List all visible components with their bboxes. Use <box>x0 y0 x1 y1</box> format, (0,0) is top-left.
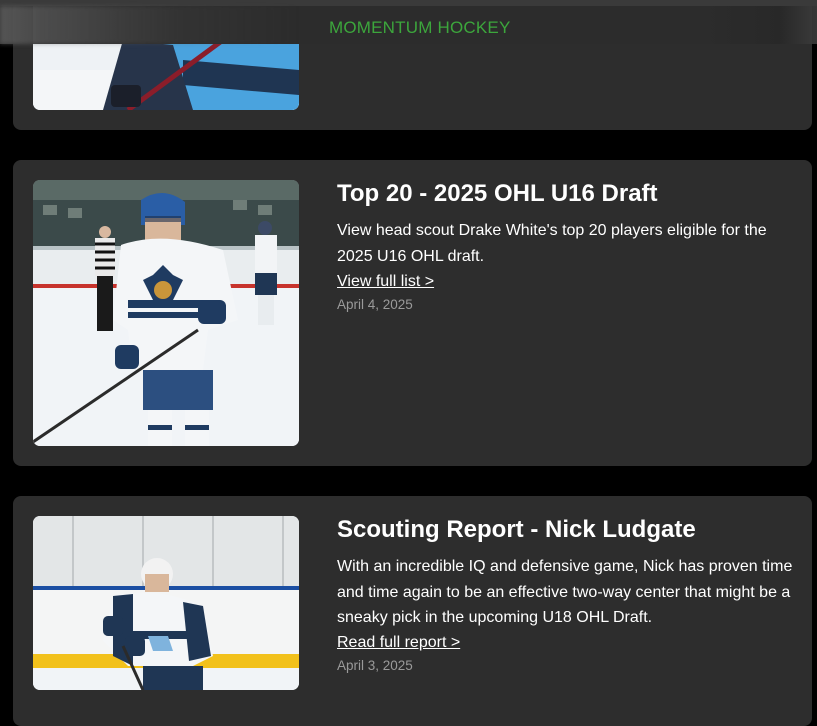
article-card[interactable]: Scouting Report - Nick Ludgate With an i… <box>13 496 812 726</box>
article-thumbnail[interactable] <box>33 180 299 446</box>
site-header: MOMENTUM HOCKEY <box>0 0 817 44</box>
article-card[interactable]: Top 20 - 2025 OHL U16 Draft View head sc… <box>13 160 812 466</box>
article-date: April 3, 2025 <box>337 658 413 673</box>
read-full-report-link[interactable]: Read full report > <box>337 634 460 652</box>
header-blur <box>0 6 300 44</box>
article-description: View head scout Drake White's top 20 pla… <box>337 222 767 265</box>
article-thumbnail[interactable] <box>33 516 299 690</box>
article-title[interactable]: Top 20 - 2025 OHL U16 Draft <box>337 180 658 208</box>
article-date: April 4, 2025 <box>337 297 413 312</box>
article-description: With an incredible IQ and defensive game… <box>337 558 793 626</box>
view-full-list-link[interactable]: View full list > <box>337 273 434 291</box>
site-brand[interactable]: MOMENTUM HOCKEY <box>329 18 511 38</box>
article-title[interactable]: Scouting Report - Nick Ludgate <box>337 516 696 544</box>
